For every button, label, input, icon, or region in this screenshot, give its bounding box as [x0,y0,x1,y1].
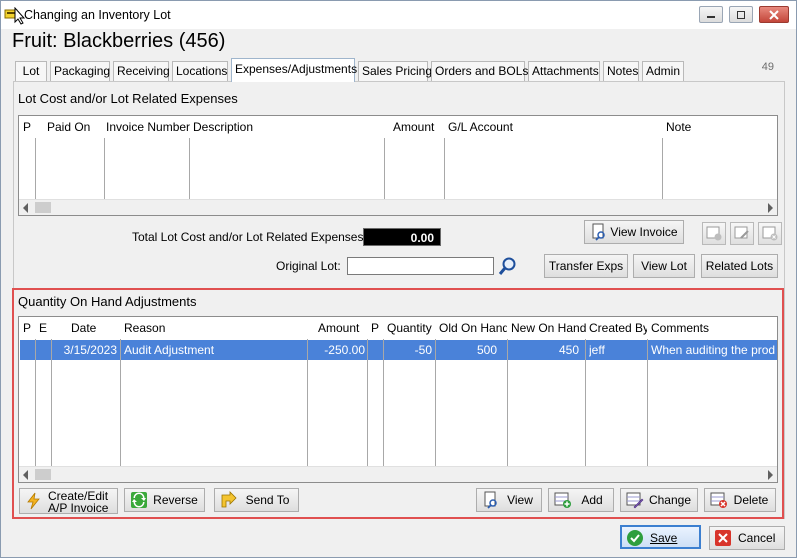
record-number: 49 [761,61,774,73]
scroll-left-icon[interactable] [23,470,28,480]
col-header-date[interactable]: Date [67,317,117,339]
send-to-button[interactable]: Send To [214,488,299,512]
scroll-right-icon[interactable] [768,470,773,480]
tab-admin[interactable]: Admin [642,61,684,81]
col-header-reason[interactable]: Reason [120,317,200,339]
col-header-quantity[interactable]: Quantity [383,317,435,339]
delete-row-icon [710,492,727,508]
tab-sales-pricing[interactable]: Sales Pricing [358,61,432,81]
row-new-on-hand: 450 [558,343,579,357]
row-quantity: -50 [414,343,432,357]
col-header-e[interactable]: E [35,317,51,339]
col-header-amount[interactable]: Amount [314,317,364,339]
scroll-left-icon[interactable] [23,203,28,213]
col-header-description[interactable]: Description [189,116,309,138]
col-header-amount[interactable]: Amount [389,116,439,138]
window-title: Changing an Inventory Lot [24,8,171,22]
transfer-exps-button[interactable]: Transfer Exps [544,254,628,278]
add-button[interactable]: Add [548,488,614,512]
total-expenses-label: Total Lot Cost and/or Lot Related Expens… [132,230,367,244]
reverse-icon [131,492,147,508]
tab-notes[interactable]: Notes [603,61,639,81]
tab-orders-and-bols[interactable]: Orders and BOLs [431,61,528,81]
tab-packaging[interactable]: Packaging [50,61,110,81]
col-header-paid-on[interactable]: Paid On [43,116,103,138]
delete-expense-button[interactable] [758,222,782,245]
qoh-section-title: Quantity On Hand Adjustments [18,294,197,309]
delete-button[interactable]: Delete [704,488,776,512]
original-lot-input[interactable] [347,257,494,275]
tab-attachments[interactable]: Attachments [528,61,600,81]
save-button[interactable]: Save [620,525,701,549]
document-search-icon [484,491,497,509]
add-row-icon [706,226,722,241]
col-header-old-on-hand[interactable]: Old On Hand [435,317,507,339]
title-bar[interactable]: Changing an Inventory Lot [1,1,796,29]
minimize-icon [707,15,715,18]
edit-row-icon [734,226,749,239]
col-header-p[interactable]: P [19,317,35,339]
qoh-grid[interactable]: P E Date Reason Amount P Quantity Old On… [18,316,778,483]
row-reason: Audit Adjustment [124,343,215,357]
col-header-p2[interactable]: P [367,317,383,339]
scroll-right-icon[interactable] [768,203,773,213]
change-button[interactable]: Change [620,488,698,512]
col-header-new-on-hand[interactable]: New On Hand [507,317,587,339]
add-expense-button[interactable] [702,222,726,245]
send-arrow-icon [221,491,237,508]
create-edit-ap-invoice-button[interactable]: Create/Edit A/P Invoice [19,488,118,514]
page-title: Fruit: Blackberries (456) [12,30,226,52]
minimize-button[interactable] [699,6,723,23]
expenses-section-title: Lot Cost and/or Lot Related Expenses [18,91,238,106]
inventory-lot-window: Changing an Inventory Lot Fruit: Blackbe… [0,0,797,558]
scroll-thumb[interactable] [35,202,51,213]
restore-icon [737,10,745,19]
edit-row-icon [626,492,644,509]
tab-expenses-adjustments[interactable]: Expenses/Adjustments [231,58,357,82]
col-header-created-by[interactable]: Created By [585,317,647,339]
col-header-comments[interactable]: Comments [647,317,727,339]
row-comments: When auditing the prod [651,343,776,357]
tab-receiving[interactable]: Receiving [113,61,170,81]
view-invoice-button[interactable]: View Invoice [584,220,684,244]
tab-locations[interactable]: Locations [172,61,228,81]
related-lots-button[interactable]: Related Lots [701,254,778,278]
view-button[interactable]: View [476,488,542,512]
restore-button[interactable] [729,6,753,23]
col-header-gl-account[interactable]: G/L Account [444,116,544,138]
edit-expense-button[interactable] [730,222,754,245]
document-search-icon [592,223,605,241]
close-icon [769,9,779,20]
close-window-button[interactable] [759,6,789,23]
tab-lot[interactable]: Lot [15,61,47,81]
expenses-horizontal-scrollbar[interactable] [19,199,777,215]
col-header-p[interactable]: P [19,116,35,138]
col-header-note[interactable]: Note [662,116,722,138]
row-old-on-hand: 500 [476,343,497,357]
add-row-icon [554,492,571,508]
cancel-icon [715,530,731,546]
qoh-horizontal-scrollbar[interactable] [19,466,777,482]
reverse-button[interactable]: Reverse [124,488,205,512]
cancel-button[interactable]: Cancel [709,526,785,550]
checkmark-icon [627,530,643,546]
scroll-thumb[interactable] [35,469,51,480]
expenses-grid[interactable]: P Paid On Invoice Number Description Amo… [18,115,778,216]
delete-row-icon [762,226,778,241]
search-icon[interactable] [498,256,518,276]
lightning-icon [27,492,40,510]
total-expenses-value: 0.00 [363,228,441,246]
original-lot-label: Original Lot: [276,259,341,273]
row-amount: -250.00 [324,343,365,357]
row-date: 3/15/2023 [63,343,117,357]
row-created-by: jeff [589,343,605,357]
col-header-invoice-number[interactable]: Invoice Number [102,116,190,138]
view-lot-button[interactable]: View Lot [633,254,695,278]
